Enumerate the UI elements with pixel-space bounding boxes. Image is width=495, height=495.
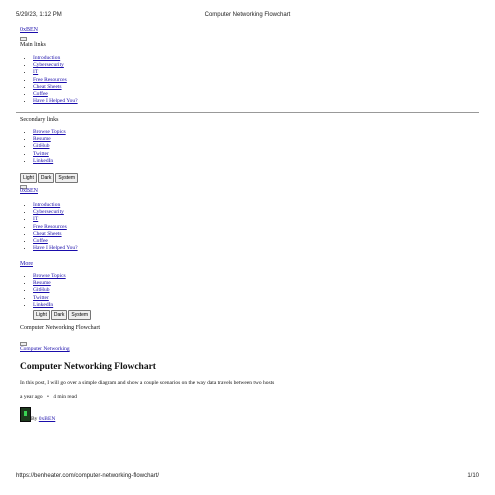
theme-dark-button[interactable]: Dark: [50, 310, 68, 320]
nav-link-introduction[interactable]: Introduction: [33, 55, 60, 61]
nav-link-resume[interactable]: Resume: [33, 136, 51, 142]
list-item: Twitter: [33, 151, 66, 158]
main-links-list: Introduction Cybersecurity IT Free Resou…: [21, 202, 78, 252]
list-item: Have I Helped You?: [33, 98, 78, 105]
nav-link-github[interactable]: GitHub: [33, 287, 50, 293]
page-title-text: Computer Networking Flowchart: [20, 325, 100, 331]
nav-link-it[interactable]: IT: [33, 69, 38, 75]
list-item: Twitter: [33, 295, 66, 302]
author-avatar[interactable]: [20, 407, 31, 422]
list-item: IT: [33, 216, 78, 223]
nav-link-twitter[interactable]: Twitter: [33, 151, 49, 157]
list-item: Cybersecurity: [33, 209, 78, 216]
secondary-links-list: Browse Topics Resume GitHub Twitter Link…: [21, 129, 66, 165]
nav-link-helped[interactable]: Have I Helped You?: [33, 245, 78, 251]
list-item: Resume: [33, 136, 66, 143]
article-title: Computer Networking Flowchart: [20, 362, 156, 372]
nav-link-resume[interactable]: Resume: [33, 280, 51, 286]
list-item: IT: [33, 69, 78, 76]
site-logo-link[interactable]: 0xBEN: [20, 188, 38, 194]
divider: [16, 112, 479, 113]
list-item: LinkedIn: [33, 302, 66, 309]
article-tag-link[interactable]: Computer Networking: [20, 346, 70, 352]
main-links-heading: Main links: [20, 42, 46, 48]
list-item: Free Resources: [33, 224, 78, 231]
main-links-list: Introduction Cybersecurity IT Free Resou…: [21, 55, 78, 105]
nav-link-free-resources[interactable]: Free Resources: [33, 77, 67, 83]
nav-link-cybersecurity[interactable]: Cybersecurity: [33, 62, 64, 68]
print-page-number: 1/10: [467, 473, 479, 479]
list-item: Browse Topics: [33, 129, 66, 136]
list-item: Introduction: [33, 202, 78, 209]
nav-link-introduction[interactable]: Introduction: [33, 202, 60, 208]
nav-link-cybersecurity[interactable]: Cybersecurity: [33, 209, 64, 215]
nav-link-browse-topics[interactable]: Browse Topics: [33, 129, 66, 135]
menu-toggle-button[interactable]: [20, 37, 27, 41]
list-item: Coffee: [33, 91, 78, 98]
nav-link-coffee[interactable]: Coffee: [33, 238, 48, 244]
nav-link-github[interactable]: GitHub: [33, 143, 50, 149]
list-item: Resume: [33, 280, 66, 287]
meta-separator: •: [46, 394, 49, 400]
theme-light-button[interactable]: Light: [33, 310, 50, 320]
theme-system-button[interactable]: System: [68, 310, 92, 320]
print-title: Computer Networking Flowchart: [204, 12, 291, 18]
list-item: LinkedIn: [33, 158, 66, 165]
print-url: https://benheater.com/computer-networkin…: [16, 473, 160, 479]
nav-link-twitter[interactable]: Twitter: [33, 295, 49, 301]
article-age: a year ago: [20, 394, 43, 400]
secondary-links-list: Browse Topics Resume GitHub Twitter Link…: [21, 273, 66, 309]
more-menu-link[interactable]: More: [20, 261, 33, 267]
nav-link-linkedin[interactable]: LinkedIn: [33, 158, 53, 164]
nav-link-cheat-sheets[interactable]: Cheat Sheets: [33, 84, 62, 90]
list-item: Browse Topics: [33, 273, 66, 280]
list-item: Cheat Sheets: [33, 84, 78, 91]
article-excerpt: In this post, I will go over a simple di…: [20, 380, 275, 386]
nav-link-coffee[interactable]: Coffee: [33, 91, 48, 97]
theme-light-button[interactable]: Light: [20, 173, 37, 183]
list-item: Have I Helped You?: [33, 245, 78, 252]
site-logo-link[interactable]: 0xBEN: [20, 27, 38, 33]
list-item: Free Resources: [33, 77, 78, 84]
theme-system-button[interactable]: System: [55, 173, 79, 183]
author-link[interactable]: 0xBEN: [39, 416, 56, 422]
byline-prefix: By: [31, 416, 38, 422]
theme-switcher: Light Dark System: [33, 310, 92, 320]
article-read-time: 4 min read: [53, 394, 77, 400]
list-item: Cheat Sheets: [33, 231, 78, 238]
nav-link-it[interactable]: IT: [33, 216, 38, 222]
nav-link-cheat-sheets[interactable]: Cheat Sheets: [33, 231, 62, 237]
print-footer: https://benheater.com/computer-networkin…: [16, 473, 479, 483]
theme-switcher: Light Dark System: [20, 173, 79, 183]
list-item: Coffee: [33, 238, 78, 245]
nav-link-linkedin[interactable]: LinkedIn: [33, 302, 53, 308]
list-item: GitHub: [33, 287, 66, 294]
list-item: Introduction: [33, 55, 78, 62]
article-meta: a year ago • 4 min read: [20, 394, 77, 400]
nav-link-free-resources[interactable]: Free Resources: [33, 224, 67, 230]
list-item: Cybersecurity: [33, 62, 78, 69]
theme-dark-button[interactable]: Dark: [37, 173, 55, 183]
list-item: GitHub: [33, 143, 66, 150]
nav-link-helped[interactable]: Have I Helped You?: [33, 98, 78, 104]
article-byline: By 0xBEN: [31, 416, 55, 422]
print-header: 5/29/23, 1:12 PM Computer Networking Flo…: [16, 12, 479, 22]
secondary-links-heading: Secondary links: [20, 117, 59, 123]
nav-link-browse-topics[interactable]: Browse Topics: [33, 273, 66, 279]
